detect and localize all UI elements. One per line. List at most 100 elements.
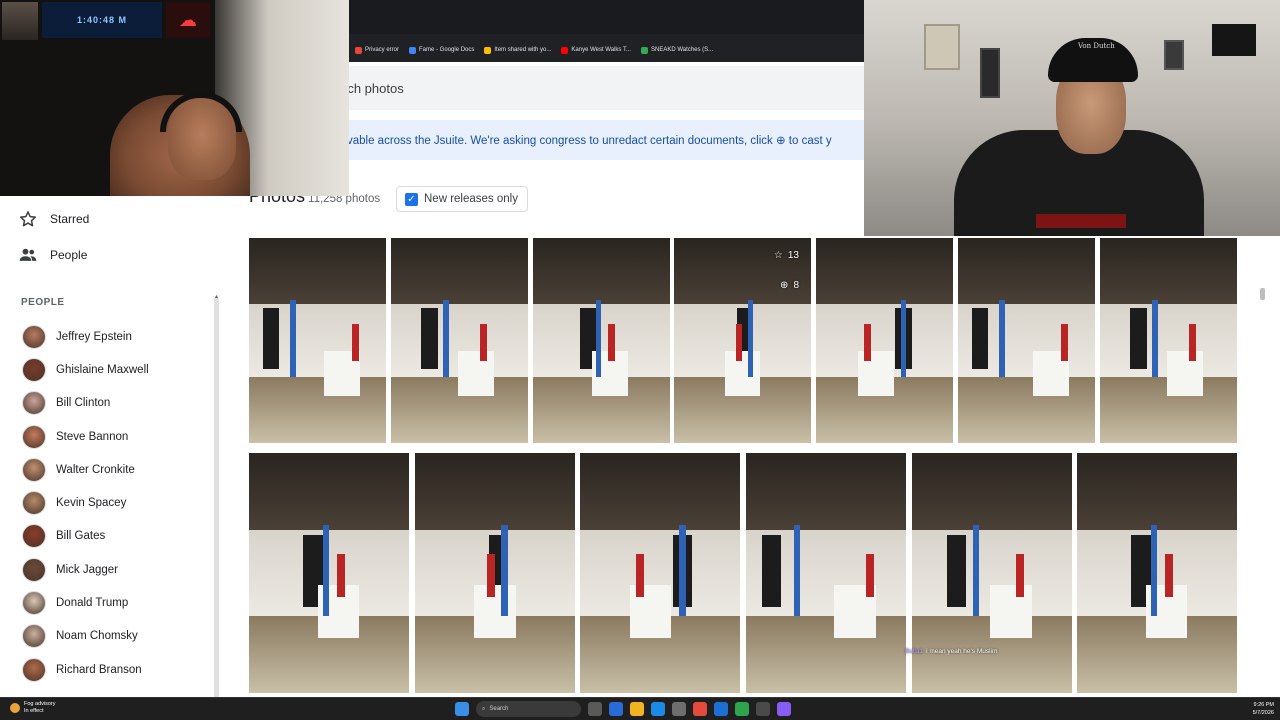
zoom-count-badge[interactable]: ⊕ 8 <box>780 280 799 291</box>
photo-detail <box>866 553 874 597</box>
bookmark-item[interactable]: Privacy error <box>355 46 399 54</box>
sidebar-scrollbar[interactable] <box>214 298 219 698</box>
photo-search-bar[interactable]: rch photos <box>343 66 864 110</box>
person-item[interactable]: Bill Clinton <box>22 387 212 420</box>
edge-icon[interactable] <box>651 702 665 716</box>
hud-thumbnail <box>2 2 38 40</box>
person-name: Kevin Spacey <box>56 497 127 510</box>
photo-thumbnail[interactable] <box>746 453 906 693</box>
photo-region-floor <box>746 616 906 693</box>
person-item[interactable]: Walter Cronkite <box>22 453 212 486</box>
avatar <box>22 457 46 482</box>
taskbar: Fog advisory In effect ⌕ Search 9:26 PM … <box>0 697 1280 720</box>
bookmark-label: Kanye West Walks T... <box>571 47 631 53</box>
tv <box>1212 24 1256 56</box>
photo-detail <box>290 299 296 378</box>
photo-detail <box>262 307 280 370</box>
app-icon[interactable] <box>714 702 728 716</box>
avatar <box>22 324 46 349</box>
sidebar-item-starred[interactable]: Starred <box>18 209 89 229</box>
star-count: 13 <box>787 250 799 261</box>
photo-detail <box>337 553 345 597</box>
app-icon[interactable] <box>777 702 791 716</box>
photo-detail <box>1150 525 1157 617</box>
wall-frame <box>980 48 1000 98</box>
people-list: Jeffrey Epstein Ghislaine Maxwell Bill Cli… <box>22 320 212 686</box>
bookmark-item[interactable]: Item shared with yo... <box>484 46 551 54</box>
photo-thumbnail[interactable] <box>415 453 575 693</box>
tab-strip <box>349 0 864 34</box>
photo-thumbnail[interactable] <box>391 238 528 443</box>
photo-thumbnail[interactable]: ☆ 13 ⊕ 8 <box>674 238 811 443</box>
favicon-icon <box>484 46 492 54</box>
app-icon[interactable] <box>609 702 623 716</box>
photo-thumbnail[interactable] <box>816 238 953 443</box>
person-name: Ghislaine Maxwell <box>56 363 149 376</box>
app-icon[interactable] <box>735 702 749 716</box>
person-item[interactable]: Richard Branson <box>22 653 212 686</box>
photo-region-roof <box>1100 238 1237 304</box>
avatar <box>22 591 46 616</box>
app-icon[interactable] <box>672 702 686 716</box>
photo-detail <box>999 299 1005 378</box>
bookmark-label: Fame - Google Docs <box>419 47 475 53</box>
chrome-icon[interactable] <box>693 702 707 716</box>
main-scrollbar-thumb[interactable] <box>1260 288 1265 300</box>
photo-thumbnail[interactable] <box>912 453 1072 693</box>
sidebar-item-people[interactable]: People <box>18 245 87 265</box>
person-item[interactable]: Kevin Spacey <box>22 486 212 519</box>
person-item[interactable]: Mick Jagger <box>22 553 212 586</box>
chat-username: Bulla1 <box>905 648 924 655</box>
avatar <box>22 424 46 449</box>
weather-widget[interactable]: Fog advisory In effect <box>10 701 56 715</box>
app-icon[interactable] <box>756 702 770 716</box>
photo-thumbnail[interactable] <box>580 453 740 693</box>
photo-thumbnail[interactable] <box>1100 238 1237 443</box>
avatar <box>22 491 46 516</box>
person-item[interactable]: Noam Chomsky <box>22 620 212 653</box>
task-view-icon[interactable] <box>588 702 602 716</box>
windows-start-icon[interactable] <box>455 702 469 716</box>
bookmark-item[interactable]: Kanye West Walks T... <box>561 46 631 54</box>
person-item[interactable]: Jeffrey Epstein <box>22 320 212 353</box>
wall-frame <box>924 24 960 70</box>
person-name: Mick Jagger <box>56 563 118 576</box>
person-item[interactable]: Donald Trump <box>22 586 212 619</box>
bookmark-item[interactable]: SNEAKD Watches (S... <box>640 46 713 54</box>
new-releases-label: New releases only <box>424 193 518 205</box>
browser-chrome: Privacy error Fame - Google Docs Item shar… <box>349 0 864 62</box>
photo-detail <box>735 324 743 361</box>
avatar <box>22 624 46 649</box>
photo-thumbnail[interactable] <box>1077 453 1237 693</box>
favicon-icon <box>409 46 417 54</box>
people-icon <box>19 248 37 261</box>
checkbox-checked-icon[interactable]: ✓ <box>405 192 418 206</box>
photo-detail <box>762 534 782 607</box>
photo-region-floor <box>958 377 1095 443</box>
photo-region-roof <box>1077 453 1237 530</box>
photo-detail <box>990 585 1032 638</box>
search-input[interactable]: rch photos <box>343 81 404 96</box>
photo-region-roof <box>816 238 953 304</box>
bookmark-item[interactable]: Fame - Google Docs <box>409 46 475 54</box>
photo-thumbnail[interactable] <box>533 238 670 443</box>
photo-detail <box>900 299 907 378</box>
photo-thumbnail[interactable] <box>958 238 1095 443</box>
star-count-badge[interactable]: ☆ 13 <box>774 250 799 261</box>
person-item[interactable]: Ghislaine Maxwell <box>22 353 212 386</box>
photo-detail <box>972 525 980 617</box>
taskbar-search[interactable]: ⌕ Search <box>476 701 581 717</box>
photo-region-roof <box>746 453 906 530</box>
photo-thumbnail[interactable] <box>249 238 386 443</box>
zoom-count: 8 <box>793 280 799 291</box>
file-explorer-icon[interactable] <box>630 702 644 716</box>
photo-detail <box>443 299 449 378</box>
person-item[interactable]: Bill Gates <box>22 520 212 553</box>
system-clock[interactable]: 9:26 PM 5/7/2026 <box>1232 701 1274 717</box>
zoom-icon: ⊕ <box>780 280 789 291</box>
person-item[interactable]: Steve Bannon <box>22 420 212 453</box>
new-releases-filter[interactable]: ✓ New releases only <box>396 186 528 212</box>
person-name: Bill Gates <box>56 530 106 543</box>
photo-region-floor <box>249 377 386 443</box>
photo-thumbnail[interactable] <box>249 453 409 693</box>
